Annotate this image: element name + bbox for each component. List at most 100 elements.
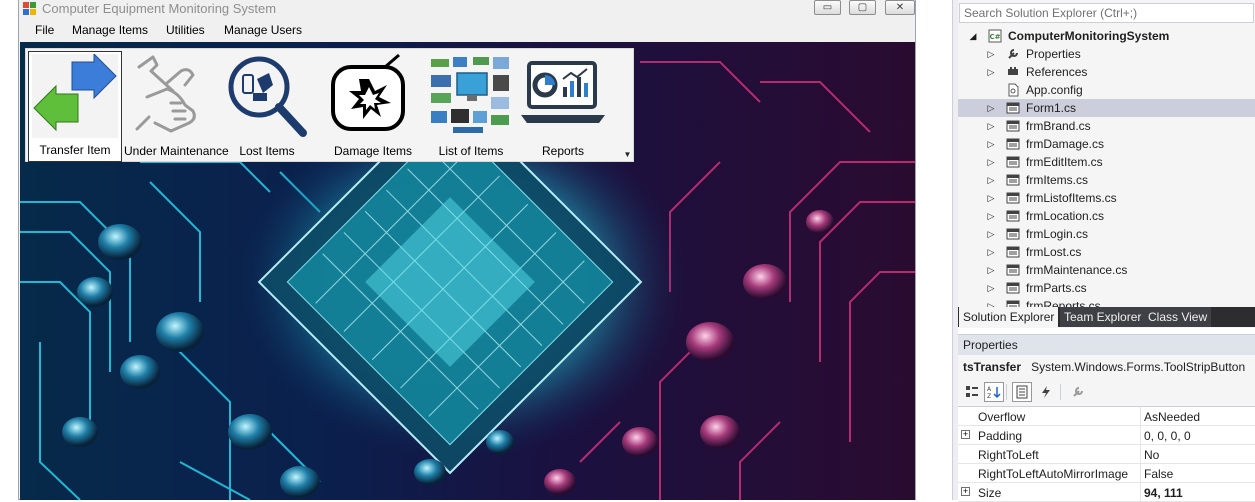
expand-plus-icon[interactable]: +	[961, 487, 970, 496]
form-icon	[1006, 191, 1020, 205]
tree-item[interactable]: App.config	[958, 81, 1255, 99]
property-name: Size	[978, 486, 1002, 500]
transfer-item-button[interactable]: Transfer Item	[28, 51, 122, 162]
tree-item[interactable]: ▷ frmListofItems.cs	[958, 189, 1255, 207]
property-value[interactable]: 94, 111	[1144, 486, 1183, 500]
expand-arrow-icon[interactable]: ▷	[986, 47, 996, 61]
tool-label: Lost Items	[239, 144, 295, 158]
tree-item[interactable]: ▷ References	[958, 63, 1255, 81]
tree-item-label: frmLost.cs	[1026, 245, 1082, 259]
tree-item[interactable]: ▷ frmReports.cs	[958, 297, 1255, 307]
form-icon	[1006, 209, 1020, 223]
property-column-divider	[1140, 464, 1141, 482]
form-icon	[1006, 101, 1020, 115]
menu-utilities[interactable]: Utilities	[166, 23, 205, 37]
solution-explorer-tabs: Solution Explorer Team Explorer Class Vi…	[958, 307, 1255, 327]
expand-arrow-icon[interactable]: ▷	[986, 119, 996, 133]
toolstrip-overflow-button[interactable]: ▼	[623, 150, 632, 160]
tree-item[interactable]: ▷ frmParts.cs	[958, 279, 1255, 297]
property-value[interactable]: AsNeeded	[1144, 410, 1200, 424]
tree-item[interactable]: ▷ frmLost.cs	[958, 243, 1255, 261]
tree-item-label: App.config	[1026, 83, 1083, 97]
property-name: RightToLeftAutoMirrorImage	[978, 467, 1129, 481]
events-lightning-icon[interactable]	[1036, 382, 1056, 402]
app-icon	[23, 2, 36, 15]
expand-arrow-icon[interactable]: ▷	[986, 263, 996, 277]
tree-item[interactable]: ▷ frmMaintenance.cs	[958, 261, 1255, 279]
expand-arrow-icon[interactable]: ▷	[986, 173, 996, 187]
property-row[interactable]: RightToLeft No	[958, 445, 1255, 464]
expand-arrow-icon[interactable]: ▷	[986, 137, 996, 151]
property-pages-wrench-icon[interactable]	[1068, 382, 1088, 402]
maximize-button[interactable]: ▢	[849, 0, 876, 15]
minimize-button[interactable]: ▭	[814, 0, 841, 15]
property-row[interactable]: RightToLeftAutoMirrorImage False	[958, 464, 1255, 483]
menu-manage-items[interactable]: Manage Items	[72, 23, 148, 37]
magnifier-devices-icon	[228, 56, 307, 137]
categorized-icon[interactable]	[962, 382, 982, 402]
designer-surface: Computer Equipment Monitoring System ▭ ▢…	[0, 0, 952, 500]
reports-button[interactable]: Reports	[516, 51, 610, 162]
expand-arrow-icon[interactable]: ▷	[986, 227, 996, 241]
tab-solution-explorer[interactable]: Solution Explorer	[959, 307, 1059, 327]
tree-item-label: frmListofItems.cs	[1026, 191, 1117, 205]
properties-object-selector[interactable]: tsTransfer System.Windows.Forms.ToolStri…	[958, 357, 1255, 377]
close-button[interactable]: ✕	[885, 0, 915, 15]
tree-item-label: Properties	[1026, 47, 1081, 61]
solution-search-input[interactable]: Search Solution Explorer (Ctrl+;)	[959, 3, 1254, 23]
properties-icon[interactable]	[1012, 382, 1032, 402]
list-of-items-button[interactable]: List of Items	[424, 51, 518, 162]
properties-toolbar: AZ	[958, 379, 1255, 405]
tree-item[interactable]: ▷ frmItems.cs	[958, 171, 1255, 189]
expand-arrow-icon[interactable]: ▷	[986, 101, 996, 115]
property-grid: Overflow AsNeeded + Padding 0, 0, 0, 0 RightT…	[958, 406, 1255, 502]
expand-arrow-icon	[986, 83, 996, 97]
expand-arrow-icon[interactable]: ▷	[986, 299, 996, 307]
property-row[interactable]: + Padding 0, 0, 0, 0	[958, 426, 1255, 445]
tree-item[interactable]: ▷ Form1.cs	[958, 99, 1255, 117]
tool-label: Damage Items	[333, 144, 413, 158]
expand-arrow-icon[interactable]: ▷	[986, 245, 996, 259]
csharp-project-icon: C#	[988, 29, 1002, 43]
menu-manage-users[interactable]: Manage Users	[224, 23, 302, 37]
tree-item[interactable]: ▷ frmDamage.cs	[958, 135, 1255, 153]
expand-plus-icon[interactable]: +	[961, 430, 970, 439]
title-bar[interactable]: Computer Equipment Monitoring System ▭ ▢…	[19, 0, 915, 18]
tree-item[interactable]: ▷ frmEditItem.cs	[958, 153, 1255, 171]
property-value[interactable]: 0, 0, 0, 0	[1144, 429, 1191, 443]
tree-item-label: frmLocation.cs	[1026, 209, 1105, 223]
damage-items-button[interactable]: Damage Items	[326, 51, 420, 162]
form-icon	[1006, 173, 1020, 187]
collapse-arrow-icon[interactable]: ◢	[968, 29, 978, 43]
tree-item-label: frmDamage.cs	[1026, 137, 1105, 151]
lost-items-button[interactable]: Lost Items	[220, 51, 314, 162]
svg-text:A: A	[987, 386, 992, 393]
property-value[interactable]: False	[1144, 467, 1173, 481]
tree-item[interactable]: ▷ Properties	[958, 45, 1255, 63]
tree-item-label: frmLogin.cs	[1026, 227, 1089, 241]
expand-arrow-icon[interactable]: ▷	[986, 209, 996, 223]
form-icon	[1006, 137, 1020, 151]
tool-label: Reports	[541, 144, 585, 158]
expand-arrow-icon[interactable]: ▷	[986, 191, 996, 205]
properties-panel: Properties tsTransfer System.Windows.For…	[958, 334, 1255, 502]
expand-arrow-icon[interactable]: ▷	[986, 281, 996, 295]
tree-item[interactable]: ▷ frmBrand.cs	[958, 117, 1255, 135]
form-window[interactable]: Computer Equipment Monitoring System ▭ ▢…	[18, 0, 916, 500]
property-row[interactable]: Overflow AsNeeded	[958, 407, 1255, 426]
tab-class-view[interactable]: Class View	[1144, 307, 1212, 327]
menu-file[interactable]: File	[35, 23, 54, 37]
menu-bar: File Manage Items Utilities Manage Users	[19, 20, 915, 41]
property-row[interactable]: + Size 94, 111	[958, 483, 1255, 502]
tree-item[interactable]: ▷ frmLocation.cs	[958, 207, 1255, 225]
tab-team-explorer[interactable]: Team Explorer	[1060, 307, 1146, 327]
under-maintenance-button[interactable]: Under Maintenance	[124, 51, 229, 162]
close-icon: ✕	[895, 1, 905, 13]
wrench-icon	[1006, 47, 1020, 61]
expand-arrow-icon[interactable]: ▷	[986, 65, 996, 79]
alphabetical-icon[interactable]: AZ	[984, 382, 1004, 402]
expand-arrow-icon[interactable]: ▷	[986, 155, 996, 169]
tree-item[interactable]: ▷ frmLogin.cs	[958, 225, 1255, 243]
tree-item[interactable]: ◢ C# ComputerMonitoringSystem	[958, 27, 1255, 45]
property-value[interactable]: No	[1144, 448, 1159, 462]
